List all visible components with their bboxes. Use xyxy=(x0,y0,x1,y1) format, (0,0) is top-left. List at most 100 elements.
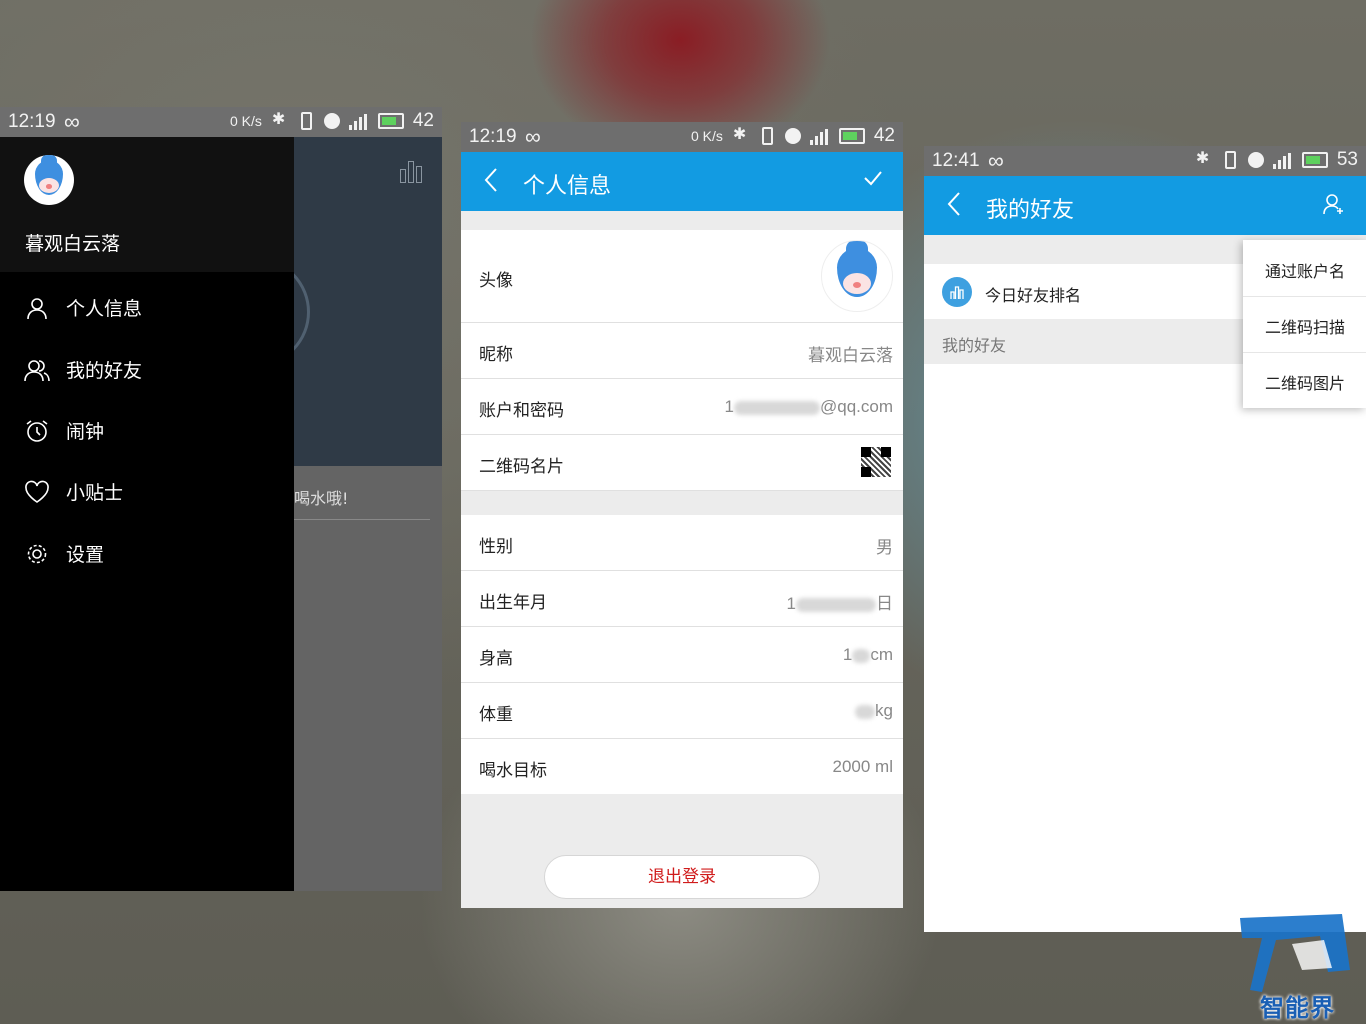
confirm-check-icon[interactable] xyxy=(863,168,883,194)
battery-icon xyxy=(1301,152,1328,168)
alarm-clock-icon xyxy=(24,418,50,444)
value-suffix: 日 xyxy=(876,594,893,613)
value-prefix: 1 xyxy=(786,594,796,613)
status-bar: 12:19 ∞ 0 K/s 42 xyxy=(0,107,442,137)
friends-icon xyxy=(24,357,50,383)
battery-icon xyxy=(838,128,865,144)
bluetooth-icon xyxy=(1195,148,1213,169)
menu-label: 二维码扫描 xyxy=(1265,318,1346,337)
redacted xyxy=(855,704,876,719)
redacted xyxy=(796,597,876,612)
drawer-header: 暮观白云落 xyxy=(0,137,294,272)
signal-icon xyxy=(809,127,830,145)
row-gender[interactable]: 性别 男 xyxy=(461,515,903,571)
menu-label: 个人信息 xyxy=(66,298,143,320)
watermark-logo xyxy=(1240,914,1350,992)
menu-item-settings[interactable]: 设置 xyxy=(24,540,104,567)
page-title: 我的好友 xyxy=(986,198,1075,223)
navigation-drawer: 暮观白云落 个人信息 我的好友 闹钟 小贴士 设置 xyxy=(0,137,294,891)
app-bar: 个人信息 xyxy=(461,152,903,211)
status-time: 12:19 xyxy=(469,126,517,147)
alarm-status-icon xyxy=(323,113,340,129)
divider xyxy=(294,519,430,520)
row-label: 体重 xyxy=(479,705,513,725)
screen-profile: 12:19 ∞ 0 K/s 42 个人信息 头像 昵称 暮观白云落 账户和密码 xyxy=(461,122,903,908)
row-label: 喝水目标 xyxy=(479,761,547,781)
menu-item-tips[interactable]: 小贴士 xyxy=(24,478,123,505)
net-speed: 0 K/s xyxy=(690,128,723,144)
avatar[interactable] xyxy=(821,240,893,312)
value-prefix: 1 xyxy=(724,397,734,416)
row-value: 1 cm xyxy=(843,645,893,665)
menu-item-alarm[interactable]: 闹钟 xyxy=(24,417,104,444)
infinity-icon: ∞ xyxy=(525,124,541,149)
row-value: 1 @qq.com xyxy=(725,397,893,417)
battery-icon xyxy=(377,113,404,129)
row-label: 性别 xyxy=(479,537,513,557)
row-account[interactable]: 账户和密码 1 @qq.com xyxy=(461,379,903,435)
redacted xyxy=(733,400,820,415)
infinity-icon: ∞ xyxy=(64,109,80,134)
signal-icon xyxy=(1272,151,1293,169)
menu-item-profile[interactable]: 个人信息 xyxy=(24,294,142,321)
tip-text: 喝水哦! xyxy=(294,489,349,508)
menu-label: 二维码图片 xyxy=(1265,374,1346,393)
row-label: 昵称 xyxy=(479,345,513,365)
add-friend-menu: 通过账户名 二维码扫描 二维码图片 xyxy=(1243,240,1366,408)
app-bar: 我的好友 xyxy=(924,176,1366,235)
watermark: 智能界 xyxy=(1228,908,1366,1024)
row-value: 男 xyxy=(876,538,893,557)
qr-code-icon xyxy=(861,447,891,477)
value-suffix: @qq.com xyxy=(819,397,893,416)
net-speed: 0 K/s xyxy=(229,113,262,129)
status-time: 12:41 xyxy=(932,150,980,171)
bluetooth-icon xyxy=(271,109,289,130)
row-qr-card[interactable]: 二维码名片 xyxy=(461,435,903,491)
vibrate-icon xyxy=(1224,151,1236,169)
vibrate-icon xyxy=(761,127,773,145)
infinity-icon: ∞ xyxy=(988,148,1004,173)
redacted xyxy=(852,648,871,663)
row-weight[interactable]: 体重 kg xyxy=(461,683,903,739)
heart-icon xyxy=(24,479,50,505)
menu-item-scan-qr[interactable]: 二维码扫描 xyxy=(1243,296,1366,353)
person-icon xyxy=(24,295,50,321)
ranking-chart-icon xyxy=(942,277,972,307)
alarm-status-icon xyxy=(1247,152,1264,168)
row-label: 二维码名片 xyxy=(479,457,564,477)
row-avatar[interactable]: 头像 xyxy=(461,230,903,323)
watermark-brand: 智能界 xyxy=(1260,994,1335,1022)
menu-item-by-account[interactable]: 通过账户名 xyxy=(1243,240,1366,297)
ranking-label: 今日好友排名 xyxy=(985,286,1082,305)
back-arrow-icon[interactable] xyxy=(946,190,962,225)
screen-friends: 12:41 ∞ 53 我的好友 今日好友排名 我的好友 通过账户名 二维码扫描 … xyxy=(924,146,1366,932)
add-friend-icon[interactable] xyxy=(1322,192,1346,222)
row-label: 头像 xyxy=(479,271,513,291)
alarm-status-icon xyxy=(784,128,801,144)
page-title: 个人信息 xyxy=(523,174,612,199)
username: 暮观白云落 xyxy=(25,233,121,255)
row-birth[interactable]: 出生年月 1日 xyxy=(461,571,903,627)
battery-level: 42 xyxy=(412,110,434,131)
row-value: 暮观白云落 xyxy=(808,346,893,365)
row-nickname[interactable]: 昵称 暮观白云落 xyxy=(461,323,903,379)
status-bar: 12:19 ∞ 0 K/s 42 xyxy=(461,122,903,152)
row-value: 1日 xyxy=(787,589,893,614)
bluetooth-icon xyxy=(732,124,750,145)
row-value: kg xyxy=(855,701,893,721)
back-arrow-icon[interactable] xyxy=(483,166,499,201)
row-label: 出生年月 xyxy=(479,593,547,613)
section-label: 我的好友 xyxy=(942,336,1007,355)
menu-label: 通过账户名 xyxy=(1265,262,1346,281)
avatar[interactable] xyxy=(24,155,74,205)
bar-chart-icon[interactable] xyxy=(400,161,424,183)
menu-item-qr-image[interactable]: 二维码图片 xyxy=(1243,352,1366,408)
value-prefix: 1 xyxy=(842,645,853,664)
menu-item-friends[interactable]: 我的好友 xyxy=(24,356,142,383)
row-height[interactable]: 身高 1 cm xyxy=(461,627,903,683)
status-time: 12:19 xyxy=(8,111,56,132)
logout-button[interactable]: 退出登录 xyxy=(544,855,820,899)
battery-level: 53 xyxy=(1336,149,1358,170)
row-water-goal[interactable]: 喝水目标 2000 ml xyxy=(461,739,903,794)
row-value: 2000 ml xyxy=(832,757,893,776)
